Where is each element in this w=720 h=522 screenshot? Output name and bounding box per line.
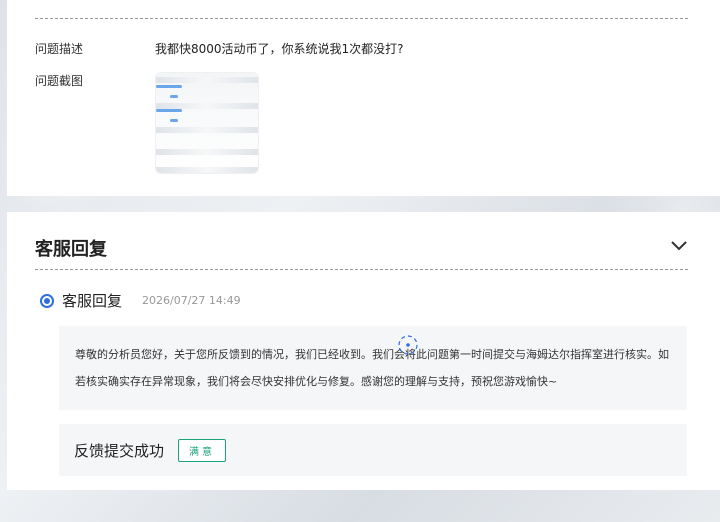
reply-content: 尊敬的分析员您好，关于您所反馈到的情况，我们已经收到。我们会将此问题第一时间提交… bbox=[59, 326, 687, 410]
radio-icon bbox=[40, 293, 54, 308]
satisfaction-badge[interactable]: 满意 bbox=[178, 438, 227, 462]
reply-timestamp: 2026/07/27 14:49 bbox=[142, 294, 241, 307]
thumb-band bbox=[156, 167, 258, 173]
reply-title: 客服回复 bbox=[62, 292, 123, 310]
status-row: 反馈提交成功 满意 bbox=[59, 424, 687, 476]
thumb-tag bbox=[170, 95, 178, 98]
thumb-tag bbox=[156, 109, 182, 112]
section-title: 客服回复 bbox=[35, 239, 107, 260]
thumb-band bbox=[156, 149, 258, 155]
divider bbox=[35, 18, 688, 19]
reply-card: 客服回复 客服回复 2026/07/27 14:49 尊敬的分析员您好，关于您所… bbox=[7, 212, 720, 490]
problem-desc-label: 问题描述 bbox=[35, 42, 84, 56]
thumb-tag bbox=[156, 85, 182, 88]
problem-desc-value: 我都快8000活动币了，你系统说我1次都没打? bbox=[155, 42, 404, 56]
problem-screenshot-thumbnail[interactable] bbox=[155, 72, 259, 174]
problem-screenshot-label: 问题截图 bbox=[35, 74, 84, 88]
loading-icon bbox=[397, 334, 419, 356]
divider bbox=[35, 269, 688, 270]
problem-card: 问题描述 我都快8000活动币了，你系统说我1次都没打? 问题截图 bbox=[7, 0, 720, 196]
thumb-band bbox=[156, 77, 258, 83]
reply-header: 客服回复 2026/07/27 14:49 bbox=[40, 290, 241, 311]
thumb-band bbox=[156, 127, 258, 133]
thumb-tag bbox=[170, 119, 178, 122]
chevron-down-icon[interactable] bbox=[670, 238, 688, 252]
status-text: 反馈提交成功 bbox=[74, 441, 165, 460]
